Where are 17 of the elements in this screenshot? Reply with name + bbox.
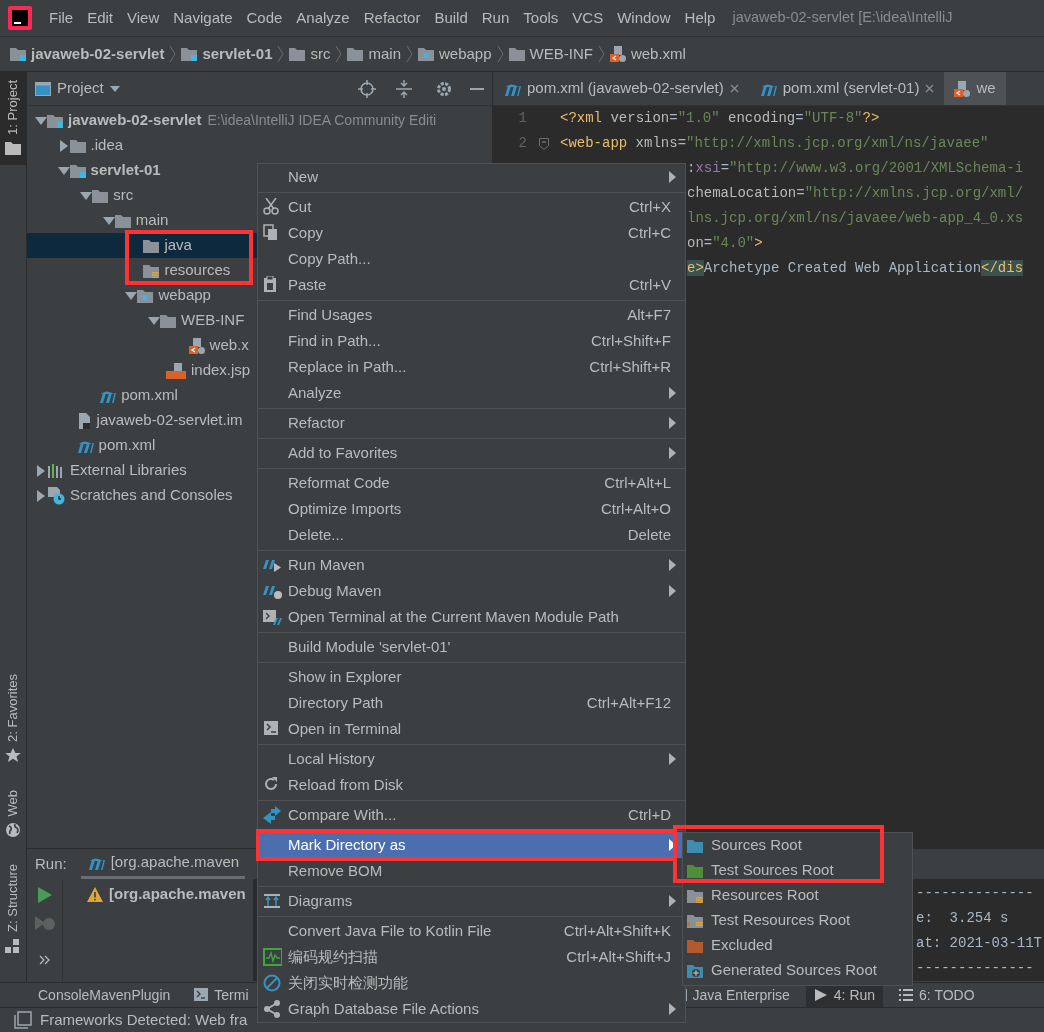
code-line: <?xml version="1.0" encoding="UTF-8"?> [560,109,880,128]
status-text: Frameworks Detected: Web fra [40,1009,248,1030]
window-title: javaweb-02-servlet [E:\idea\IntelliJ [732,8,953,28]
console-line: -------------- [916,959,1034,978]
code-line: <web-app xmlns="http://xmlns.jcp.org/xml/ns/javaee" [560,134,989,153]
code-line: on="4.0"> [687,234,763,253]
line-number: 1 [517,109,527,128]
console-line: at: 2021-03-11T [916,934,1043,953]
path-hint: E:\idea\IntelliJ IDEA Community Editi [207,111,437,130]
code-line: lns.jcp.org/xml/ns/javaee/web-app_4_0.xs [687,209,1024,228]
code-line: :xsi="http://www.w3.org/2001/XMLSchema-i [687,159,1024,178]
line-number: 2 [517,134,527,153]
console-line: -------------- [916,884,1034,903]
panel-label: Run: [35,853,67,874]
code-line: e>Archetype Created Web Application</dis [687,259,1024,278]
code-line: chemaLocation="http://xmlns.jcp.org/xml/ [687,184,1024,203]
console-line: e: 3.254 s [916,909,1009,928]
